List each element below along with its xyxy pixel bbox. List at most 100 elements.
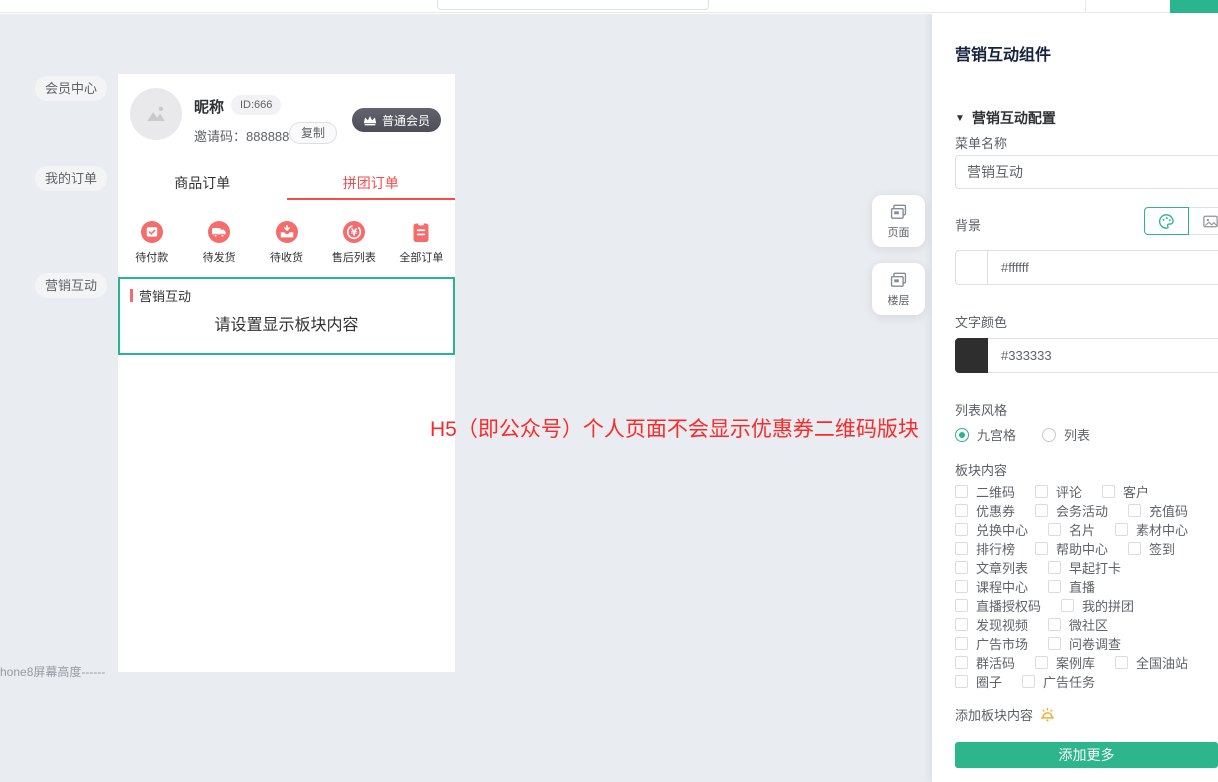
checkbox[interactable] <box>1048 580 1061 593</box>
checkbox-item-coupon[interactable]: 优惠券 <box>955 501 1015 520</box>
checkbox[interactable] <box>1048 618 1061 631</box>
alarm-icon[interactable] <box>1039 706 1056 723</box>
background-color-mode-button[interactable] <box>1144 207 1189 235</box>
checkbox[interactable] <box>955 675 968 688</box>
screen-height-marker: hone8屏幕高度------ <box>0 663 105 680</box>
checkbox[interactable] <box>955 523 968 536</box>
tab-goods-orders[interactable]: 商品订单 <box>118 170 287 200</box>
checkbox-item-recharge-code[interactable]: 充值码 <box>1128 501 1188 520</box>
checkbox[interactable] <box>1102 485 1115 498</box>
checkbox[interactable] <box>1022 675 1035 688</box>
checkbox-item-qrcode[interactable]: 二维码 <box>955 482 1015 501</box>
checkbox-item-group-live-code[interactable]: 群活码 <box>955 653 1015 672</box>
marketing-block-selected[interactable]: 营销互动 请设置显示板块内容 <box>118 277 455 355</box>
checkbox-item-my-group[interactable]: 我的拼团 <box>1061 596 1134 615</box>
order-item-to-ship[interactable]: 待发货 <box>185 220 252 265</box>
checkbox-item-material-center[interactable]: 素材中心 <box>1115 520 1188 539</box>
component-tag-member-center[interactable]: 会员中心 <box>35 76 107 101</box>
checkbox-item-circle[interactable]: 圈子 <box>955 672 1002 691</box>
background-color-input[interactable] <box>988 250 1218 285</box>
checkbox[interactable] <box>955 618 968 631</box>
background-color-field <box>955 250 1218 285</box>
checkbox[interactable] <box>955 504 968 517</box>
checkbox-item-ad-task[interactable]: 广告任务 <box>1022 672 1095 691</box>
checkbox-item-conference[interactable]: 会务活动 <box>1035 501 1108 520</box>
text-color-field <box>955 338 1218 373</box>
checkbox-item-national-gas[interactable]: 全国油站 <box>1115 653 1188 672</box>
checkbox-item-signin[interactable]: 签到 <box>1128 539 1175 558</box>
invite-code-value: 888888 <box>246 129 289 144</box>
radio-label: 九宫格 <box>977 425 1016 444</box>
order-item-to-receive[interactable]: 待收货 <box>253 220 320 265</box>
checkbox[interactable] <box>1115 523 1128 536</box>
checkbox-item-business-card[interactable]: 名片 <box>1048 520 1095 539</box>
checkbox[interactable] <box>1035 485 1048 498</box>
order-item-pending-payment[interactable]: 待付款 <box>118 220 185 265</box>
checkbox[interactable] <box>1048 561 1061 574</box>
checkbox-item-exchange-center[interactable]: 兑换中心 <box>955 520 1028 539</box>
member-level-badge: 普通会员 <box>352 108 441 132</box>
checkbox[interactable] <box>955 580 968 593</box>
checkbox[interactable] <box>1128 504 1141 517</box>
floor-settings-button[interactable]: 楼层 <box>872 263 925 315</box>
component-tag-marketing[interactable]: 营销互动 <box>35 273 107 298</box>
checkbox-item-comments[interactable]: 评论 <box>1035 482 1082 501</box>
checkbox-item-micro-community[interactable]: 微社区 <box>1048 615 1108 634</box>
checkbox-item-help-center[interactable]: 帮助中心 <box>1035 539 1108 558</box>
checkbox-item-course-center[interactable]: 课程中心 <box>955 577 1028 596</box>
checkbox-item-ad-market[interactable]: 广告市场 <box>955 634 1028 653</box>
settings-panel: 营销互动组件 ▼ 营销互动配置 菜单名称 背景 <box>932 13 1218 782</box>
checkbox[interactable] <box>955 542 968 555</box>
save-button[interactable] <box>1170 0 1218 13</box>
marketing-block-placeholder: 请设置显示板块内容 <box>120 311 453 335</box>
page-title-input[interactable] <box>437 0 709 10</box>
checkbox-label: 会务活动 <box>1056 501 1108 520</box>
checkbox[interactable] <box>1035 542 1048 555</box>
checkbox[interactable] <box>955 485 968 498</box>
checkbox-label: 名片 <box>1069 520 1095 539</box>
svg-text:¥: ¥ <box>351 227 358 238</box>
checkbox-label: 课程中心 <box>976 577 1028 596</box>
checkbox[interactable] <box>955 561 968 574</box>
annotation-text: H5（即公众号）个人页面不会显示优惠券二维码版块 <box>430 413 919 443</box>
checkbox[interactable] <box>955 637 968 650</box>
checkbox-item-case-library[interactable]: 案例库 <box>1035 653 1095 672</box>
copy-button[interactable]: 复制 <box>289 122 337 144</box>
menu-name-input[interactable] <box>955 155 1218 189</box>
text-color-swatch[interactable] <box>955 338 988 373</box>
order-item-aftersale-list[interactable]: ¥ 售后列表 <box>320 220 387 265</box>
tab-group-orders[interactable]: 拼团订单 <box>287 170 456 200</box>
checkbox-row: 二维码 评论 客户 <box>955 482 1218 501</box>
checkbox-item-survey[interactable]: 问卷调查 <box>1048 634 1121 653</box>
checkbox-label: 广告任务 <box>1043 672 1095 691</box>
checkbox-item-customers[interactable]: 客户 <box>1102 482 1149 501</box>
checkbox[interactable] <box>1115 656 1128 669</box>
background-color-swatch[interactable] <box>955 250 988 285</box>
section-header-marketing-config[interactable]: ▼ 营销互动配置 <box>955 108 1056 128</box>
checkbox[interactable] <box>1128 542 1141 555</box>
radio-grid-style[interactable]: 九宫格 <box>955 425 1016 444</box>
background-image-mode-button[interactable] <box>1188 207 1218 235</box>
checkbox[interactable] <box>1061 599 1074 612</box>
radio-list-style[interactable]: 列表 <box>1042 425 1090 444</box>
checkbox[interactable] <box>955 656 968 669</box>
member-id-badge: ID:666 <box>231 95 281 115</box>
checkbox-item-discover-video[interactable]: 发现视频 <box>955 615 1028 634</box>
checkbox[interactable] <box>1035 656 1048 669</box>
checkbox-item-live-auth-code[interactable]: 直播授权码 <box>955 596 1041 615</box>
radio-icon <box>1042 428 1056 442</box>
checkbox[interactable] <box>1035 504 1048 517</box>
component-tag-my-orders[interactable]: 我的订单 <box>35 166 107 191</box>
checkbox-label: 发现视频 <box>976 615 1028 634</box>
checkbox-item-early-checkin[interactable]: 早起打卡 <box>1048 558 1121 577</box>
add-more-button[interactable]: 添加更多 <box>955 742 1218 768</box>
checkbox-item-article-list[interactable]: 文章列表 <box>955 558 1028 577</box>
checkbox-item-ranking[interactable]: 排行榜 <box>955 539 1015 558</box>
page-settings-button[interactable]: 页面 <box>872 195 925 247</box>
checkbox[interactable] <box>1048 523 1061 536</box>
text-color-input[interactable] <box>988 338 1218 373</box>
checkbox-item-live[interactable]: 直播 <box>1048 577 1095 596</box>
checkbox[interactable] <box>955 599 968 612</box>
checkbox[interactable] <box>1048 637 1061 650</box>
order-item-all-orders[interactable]: 全部订单 <box>388 220 455 265</box>
